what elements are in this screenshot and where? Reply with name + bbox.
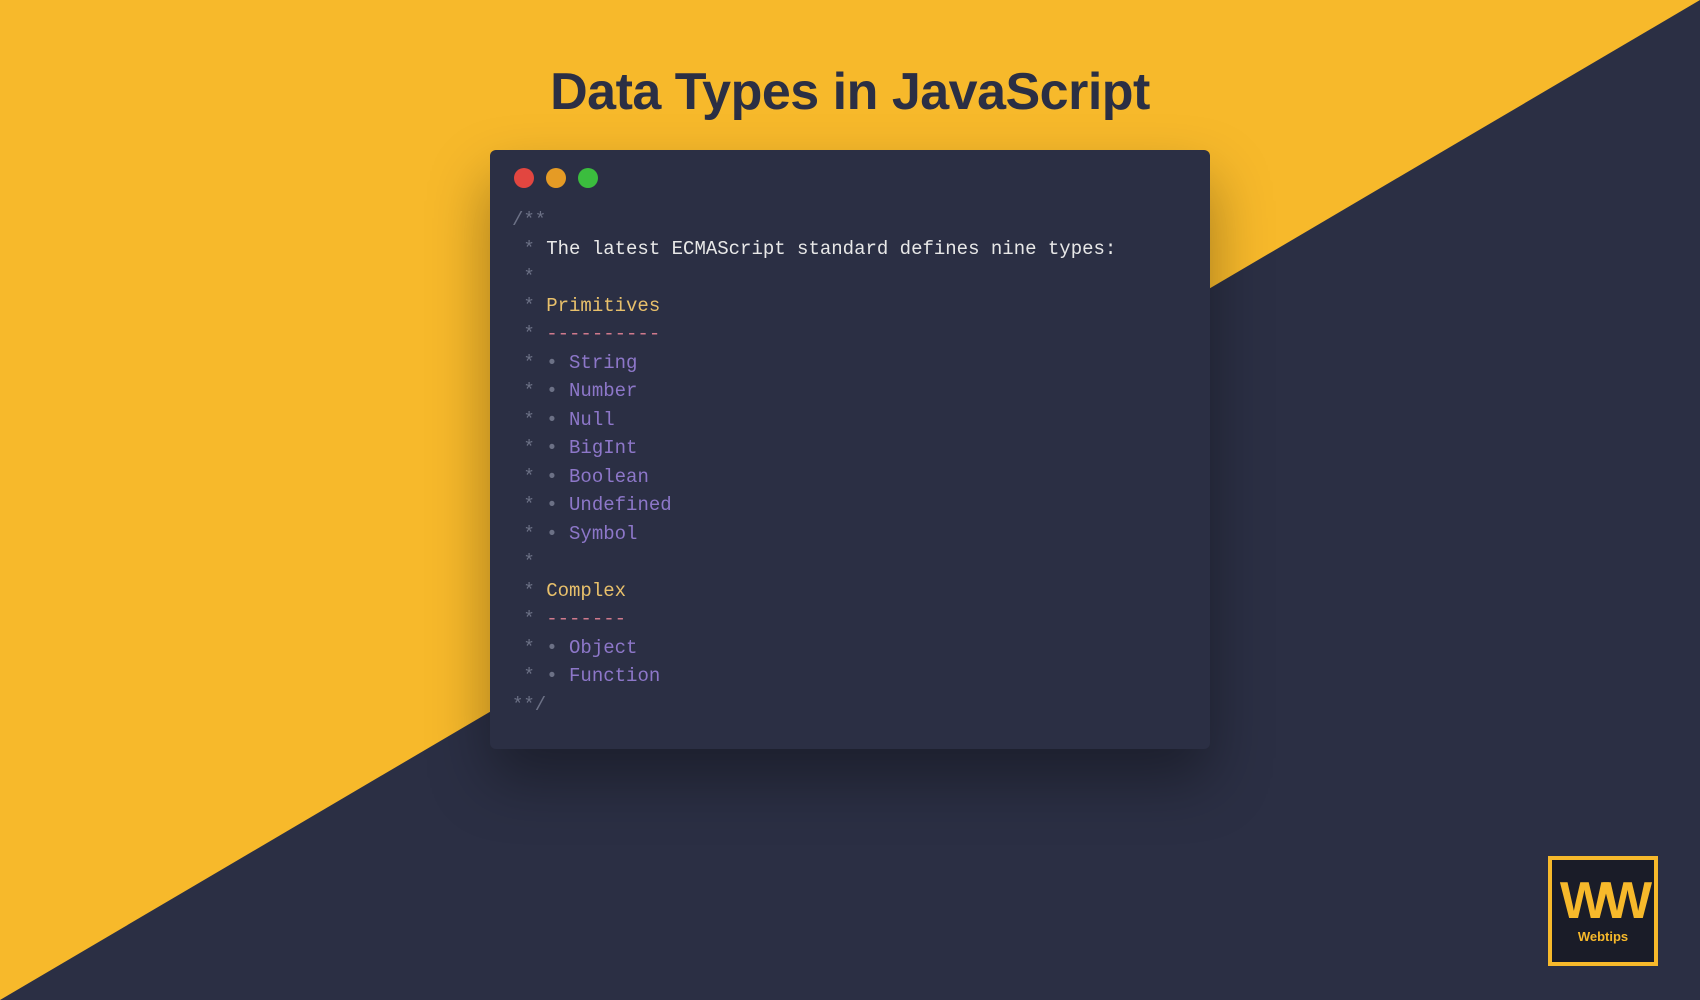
logo: WW Webtips (1548, 856, 1658, 966)
comment-star: * (512, 295, 546, 317)
type-item: Null (569, 409, 615, 431)
comment-star: * (512, 409, 546, 431)
bullet: • (546, 380, 569, 402)
comment-star: * (512, 323, 546, 345)
code-window: /** * The latest ECMAScript standard def… (490, 150, 1210, 749)
comment-star: * (512, 665, 546, 687)
comment-star: * (512, 523, 546, 545)
type-item: BigInt (569, 437, 637, 459)
comment-open: /** (512, 209, 546, 231)
logo-mark: WW (1560, 878, 1646, 925)
logo-text: Webtips (1578, 929, 1628, 944)
comment-star: * (512, 494, 546, 516)
bullet: • (546, 665, 569, 687)
bullet: • (546, 466, 569, 488)
type-item: Number (569, 380, 637, 402)
window-traffic-lights (512, 168, 1188, 188)
bullet: • (546, 352, 569, 374)
type-item: Function (569, 665, 660, 687)
divider: ------- (546, 608, 626, 630)
maximize-icon (578, 168, 598, 188)
comment-star: * (512, 551, 535, 573)
type-item: Object (569, 637, 637, 659)
comment-star: * (512, 437, 546, 459)
comment-close: **/ (512, 694, 546, 716)
comment-intro: The latest ECMAScript standard defines n… (546, 238, 1116, 260)
comment-star: * (512, 580, 546, 602)
comment-star: * (512, 380, 546, 402)
section-primitives: Primitives (546, 295, 660, 317)
divider: ---------- (546, 323, 660, 345)
type-item: String (569, 352, 637, 374)
bullet: • (546, 494, 569, 516)
comment-star: * (512, 466, 546, 488)
type-item: Undefined (569, 494, 672, 516)
minimize-icon (546, 168, 566, 188)
code-block: /** * The latest ECMAScript standard def… (512, 206, 1188, 719)
page-title: Data Types in JavaScript (550, 62, 1150, 122)
comment-star: * (512, 266, 535, 288)
bullet: • (546, 523, 569, 545)
type-item: Boolean (569, 466, 649, 488)
bullet: • (546, 637, 569, 659)
comment-star: * (512, 637, 546, 659)
comment-star: * (512, 608, 546, 630)
comment-star: * (512, 352, 546, 374)
bullet: • (546, 409, 569, 431)
close-icon (514, 168, 534, 188)
bullet: • (546, 437, 569, 459)
comment-star: * (512, 238, 546, 260)
section-complex: Complex (546, 580, 626, 602)
type-item: Symbol (569, 523, 637, 545)
